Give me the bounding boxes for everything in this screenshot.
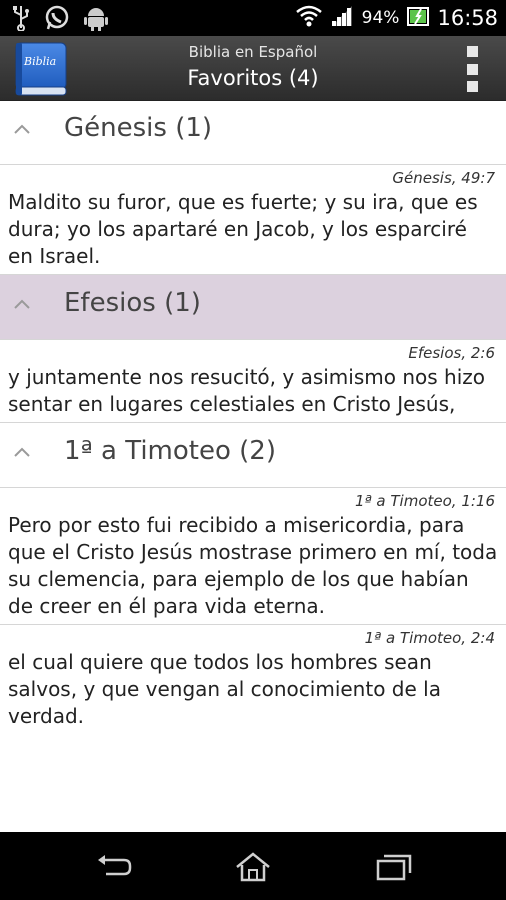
chevron-up-icon <box>14 124 30 134</box>
overflow-menu-button[interactable] <box>460 46 484 92</box>
favorites-list: Génesis (1) Génesis, 49:7 Maldito su fur… <box>0 100 506 734</box>
navigation-bar <box>0 832 506 900</box>
menu-dot-icon <box>466 63 478 75</box>
app-logo-label: Biblia <box>24 55 57 68</box>
group-title: 1ª a Timoteo (2) <box>64 436 276 466</box>
verse-item[interactable]: 1ª a Timoteo, 2:4 el cual quiere que tod… <box>0 625 506 734</box>
clock: 16:58 <box>437 6 498 30</box>
menu-dot-icon <box>466 81 478 92</box>
battery-percent: 94% <box>361 8 400 28</box>
chevron-up-icon <box>14 447 30 457</box>
verse-item[interactable]: 1ª a Timoteo, 1:16 Pero por esto fui rec… <box>0 488 506 625</box>
action-bar: Biblia Biblia en Español Favoritos (4) <box>0 36 506 101</box>
battery-icon <box>407 5 430 31</box>
usb-icon <box>12 5 30 35</box>
verse-reference: Efesios, 2:6 <box>408 344 495 362</box>
verse-item[interactable]: Génesis, 49:7 Maldito su furor, que es f… <box>0 165 506 275</box>
signal-icon <box>330 4 354 32</box>
status-bar: 94% 16:58 <box>0 0 506 36</box>
verse-item[interactable]: Efesios, 2:6 y juntamente nos resucitó, … <box>0 340 506 423</box>
app-logo[interactable]: Biblia <box>10 40 72 98</box>
home-icon <box>236 852 270 882</box>
verse-text: el cual quiere que todos los hombres sea… <box>8 650 441 728</box>
recent-apps-icon <box>376 854 412 881</box>
page-title: Favoritos (4) <box>187 66 319 90</box>
group-header-1-timoteo[interactable]: 1ª a Timoteo (2) <box>0 423 506 488</box>
verse-reference: Génesis, 49:7 <box>392 169 495 187</box>
chevron-up-icon <box>14 299 30 309</box>
back-button[interactable] <box>94 852 134 882</box>
android-icon <box>84 5 108 35</box>
app-subtitle: Biblia en Español <box>188 43 318 61</box>
title-block: Biblia en Español Favoritos (4) <box>120 43 386 93</box>
verse-text: y juntamente nos resucitó, y asimismo no… <box>8 365 486 416</box>
wifi-icon <box>295 5 322 31</box>
menu-dot-icon <box>466 46 478 57</box>
verse-reference: 1ª a Timoteo, 2:4 <box>364 629 495 647</box>
verse-text: Maldito su furor, que es fuerte; y su ir… <box>8 190 478 268</box>
back-icon <box>98 855 132 876</box>
verse-reference: 1ª a Timoteo, 1:16 <box>355 492 495 510</box>
group-header-efesios[interactable]: Efesios (1) <box>0 275 506 340</box>
group-title: Efesios (1) <box>64 288 201 318</box>
group-title: Génesis (1) <box>64 113 213 143</box>
group-header-genesis[interactable]: Génesis (1) <box>0 100 506 165</box>
whatsapp-icon <box>44 5 70 35</box>
verse-text: Pero por esto fui recibido a misericordi… <box>8 513 498 618</box>
recent-apps-button[interactable] <box>374 852 414 882</box>
home-button[interactable] <box>233 852 273 882</box>
